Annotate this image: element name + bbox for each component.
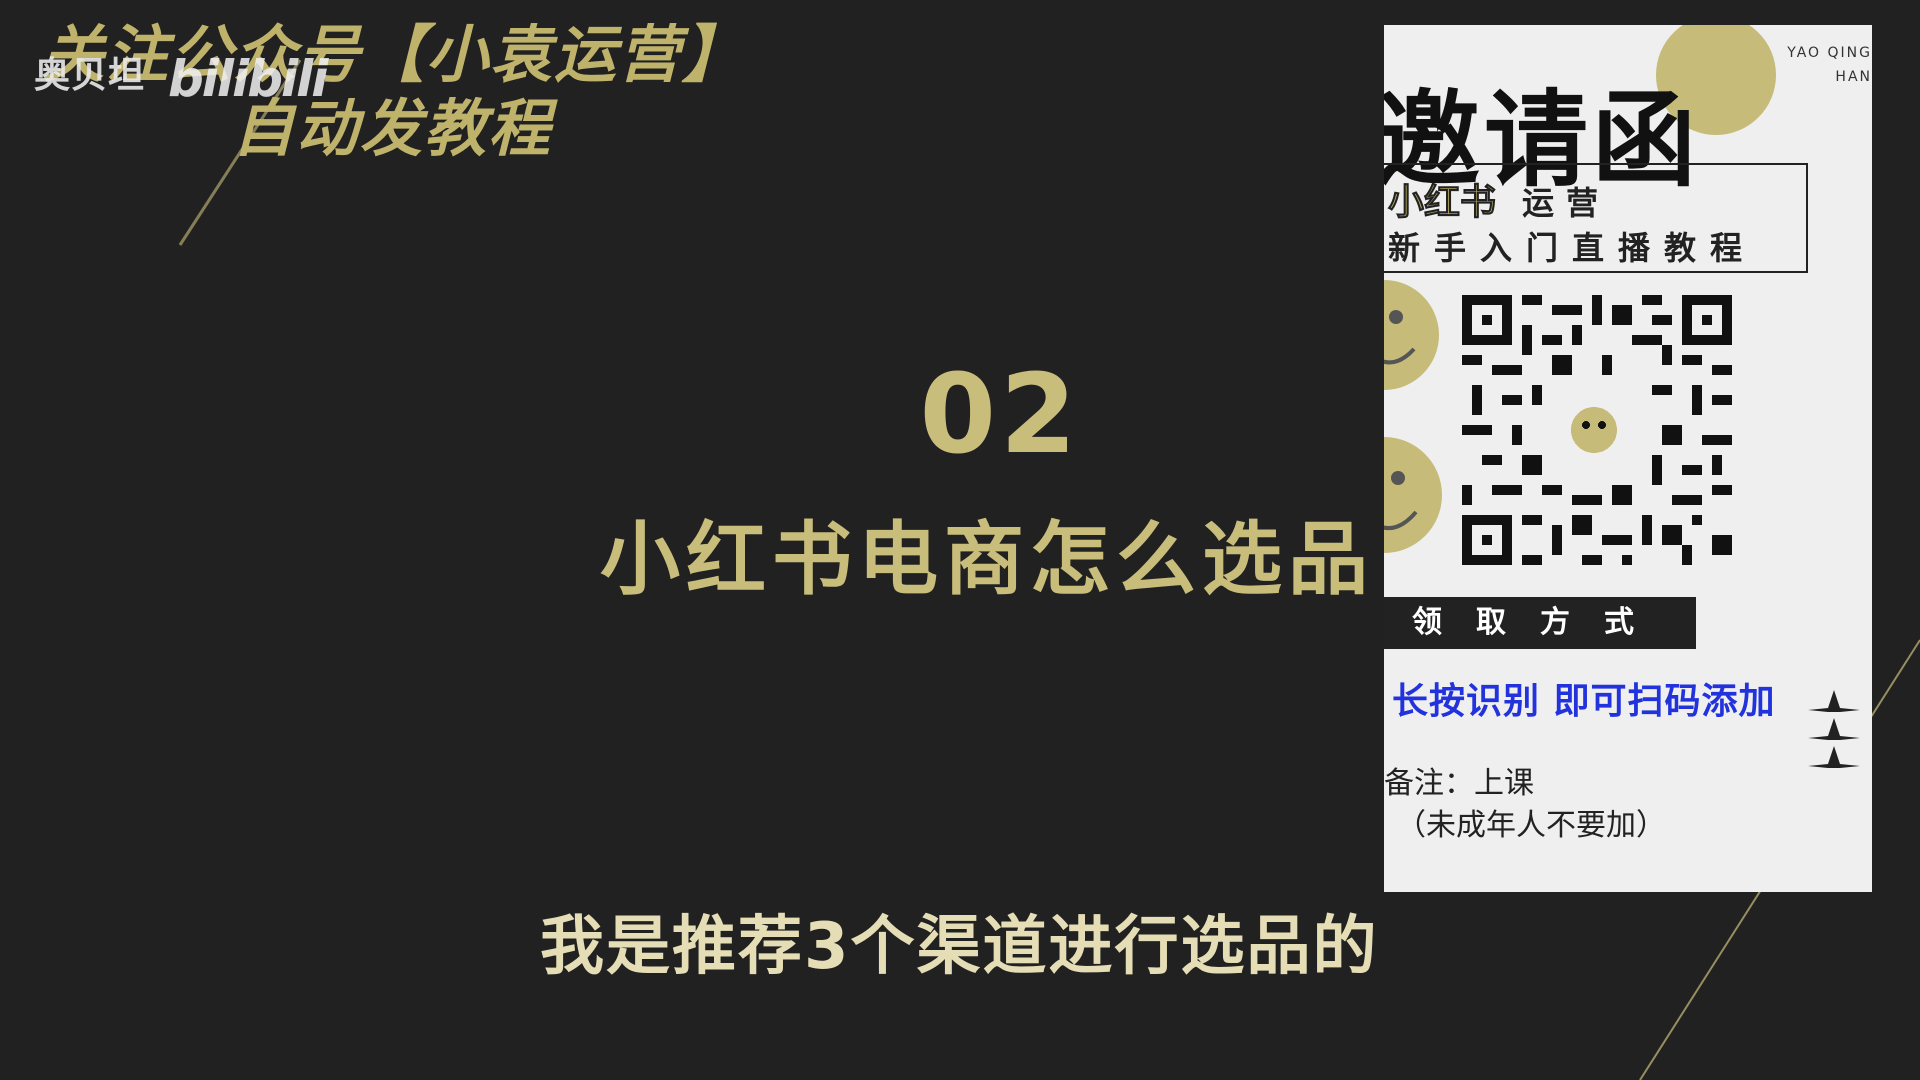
- age-restriction-note: （未成年人不要加）: [1396, 808, 1666, 843]
- smiley-face-icon: [1384, 437, 1442, 553]
- note-text: 备注：上课: [1384, 766, 1534, 801]
- bilibili-logo: bilibili: [168, 50, 328, 108]
- claim-method-label: 领取方式: [1384, 597, 1696, 649]
- qr-code-icon[interactable]: [1462, 295, 1732, 565]
- promo-line-2: 自动发教程: [232, 92, 553, 165]
- video-subtitle: 我是推荐3个渠道进行选品的: [540, 910, 1379, 984]
- invitation-card: YAO QING HAN 邀请函 小红书 运营 新手入门直播教程 领取方式 长按…: [1384, 25, 1872, 892]
- corner-text: YAO QING HAN: [1787, 45, 1872, 85]
- uploader-watermark: 奥贝坦: [34, 55, 146, 96]
- section-title: 小红书电商怎么选品: [600, 513, 1374, 606]
- smiley-face-icon: [1384, 280, 1439, 390]
- course-name: 新手入门直播教程: [1388, 229, 1757, 267]
- decorative-arrow-icon: [1808, 690, 1860, 768]
- course-box: 小红书 运营 新手入门直播教程: [1384, 163, 1808, 273]
- brand-name: 小红书: [1387, 182, 1497, 224]
- brand-suffix: 运营: [1522, 184, 1611, 222]
- scan-instruction: 长按识别 即可扫码添加: [1392, 681, 1776, 722]
- promo-text: 关注公众号【小袁运营】 自动发教程: [42, 18, 746, 166]
- promo-line-1: 关注公众号【小袁运营】: [42, 18, 747, 91]
